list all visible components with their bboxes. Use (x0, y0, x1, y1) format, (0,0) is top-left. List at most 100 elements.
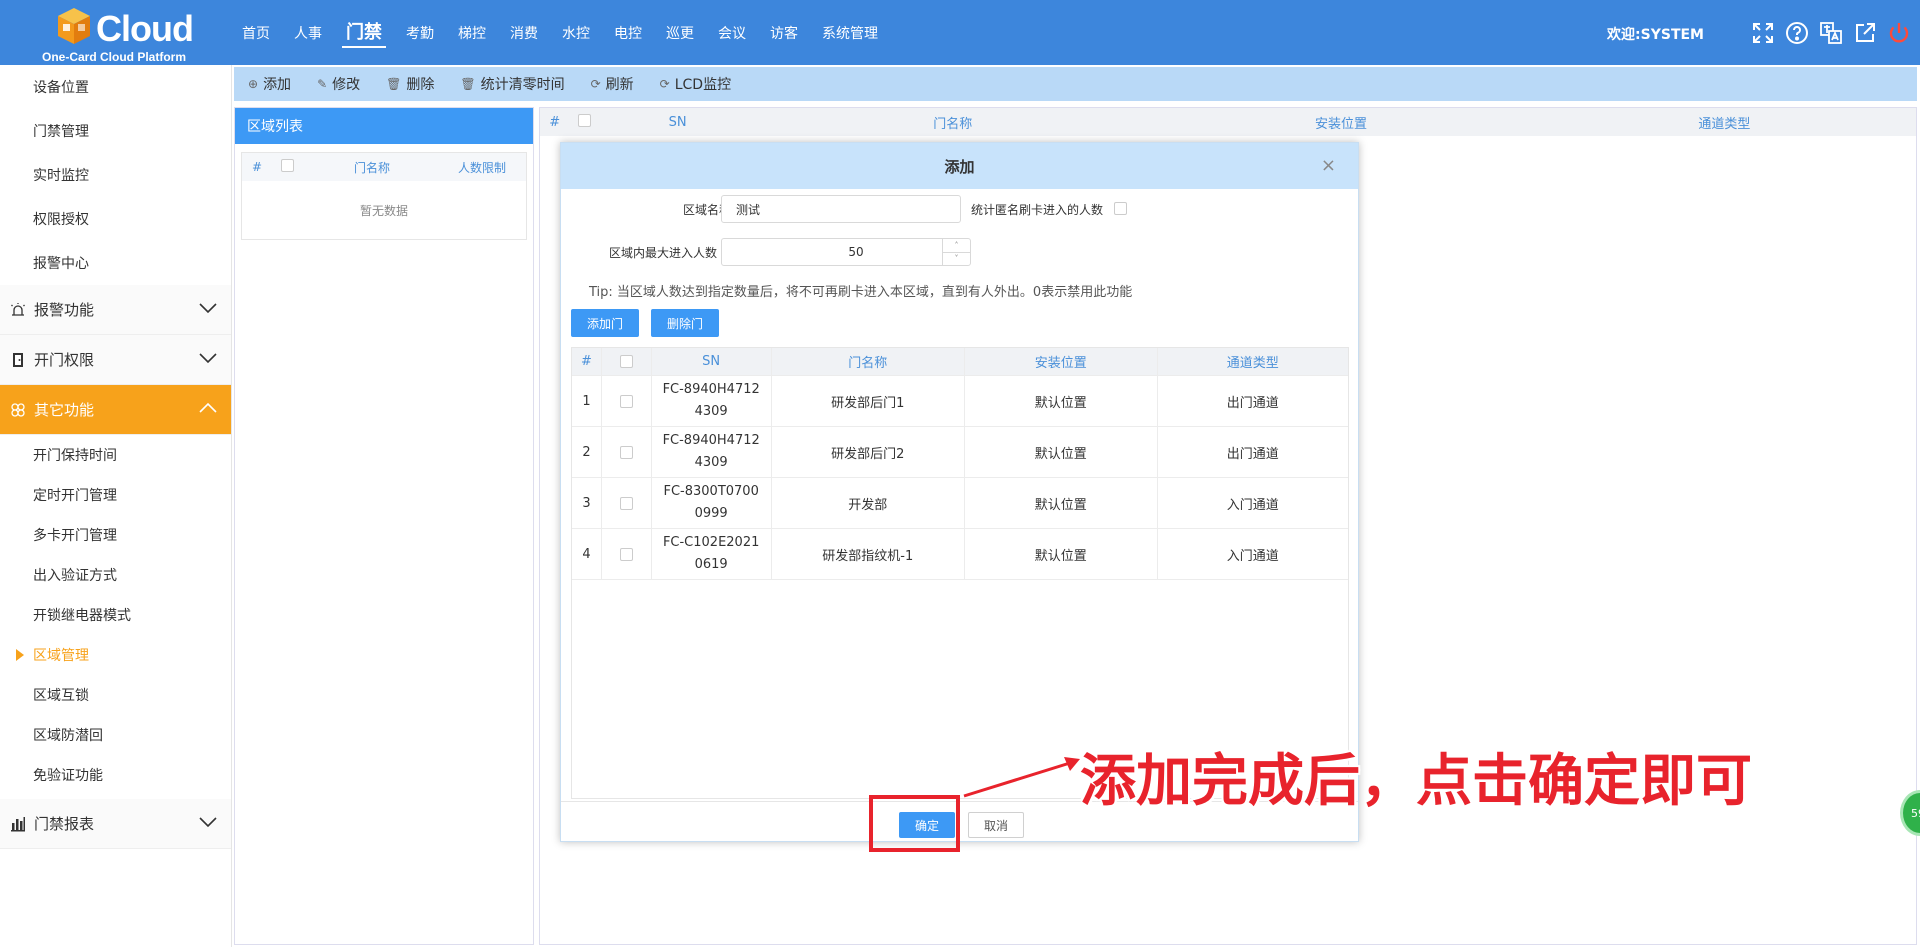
current-marker-icon (16, 649, 24, 661)
row-sn: FC-8940H47124309 (652, 427, 772, 477)
row-checkbox[interactable] (602, 529, 652, 579)
row-index: 4 (572, 529, 602, 579)
nav-water[interactable]: 水控 (558, 23, 594, 43)
row-index: 3 (572, 478, 602, 528)
nav-attendance[interactable]: 考勤 (402, 23, 438, 43)
nav-visitor[interactable]: 访客 (766, 23, 802, 43)
row-checkbox[interactable] (602, 427, 652, 477)
refresh-button[interactable]: ⟳ 刷新 (591, 74, 634, 94)
row-sn: FC-8300T07000999 (652, 478, 772, 528)
sidebar-item-authorization[interactable]: 权限授权 (0, 197, 231, 241)
sidebar-item-timed-open[interactable]: 定时开门管理 (0, 475, 231, 515)
nav-home[interactable]: 首页 (238, 23, 274, 43)
delete-label: 删除 (406, 77, 435, 93)
refresh-icon: ⟳ (659, 77, 670, 91)
chevron-up-icon (199, 402, 217, 413)
area-list-title: 区域列表 (235, 108, 533, 144)
sidebar-item-multi-card[interactable]: 多卡开门管理 (0, 515, 231, 555)
trash-icon: 🗑 (386, 77, 402, 91)
chevron-down-icon (199, 817, 217, 828)
clear-stats-button[interactable]: 🗑 统计清零时间 (460, 74, 564, 94)
lcd-monitor-button[interactable]: ⟳ LCD监控 (660, 74, 731, 94)
area-name-input[interactable]: 测试 (721, 195, 961, 223)
row-channel-type: 出门通道 (1226, 395, 1279, 411)
cancel-button[interactable]: 取消 (968, 812, 1024, 838)
add-button[interactable]: ⊕ 添加 (248, 74, 291, 94)
sidebar-item-device-location[interactable]: 设备位置 (0, 65, 231, 109)
chevron-down-icon (199, 303, 217, 314)
sidebar-item-relay-mode[interactable]: 开锁继电器模式 (0, 595, 231, 635)
refresh-label: 刷新 (605, 77, 634, 93)
max-count-label: 区域内最大进入人数 (608, 246, 717, 260)
table-row[interactable]: 4 FC-C102E20210619 研发部指纹机-1 默认位置 入门通道 (572, 529, 1348, 580)
sidebar-item-alarm-center[interactable]: 报警中心 (0, 241, 231, 285)
table-row[interactable]: 1 FC-8940H47124309 研发部后门1 默认位置 出门通道 (572, 376, 1348, 427)
select-all-checkbox[interactable] (602, 348, 652, 375)
sidebar-item-door-hold-time[interactable]: 开门保持时间 (0, 435, 231, 475)
edit-button[interactable]: ✎ 修改 (317, 74, 360, 94)
sidebar-item-label: 区域管理 (33, 648, 89, 664)
dialog-title: 添加 (944, 157, 975, 176)
table-row[interactable]: 3 FC-8300T07000999 开发部 默认位置 入门通道 (572, 478, 1348, 529)
add-door-button[interactable]: 添加门 (571, 309, 639, 337)
anonymous-count-checkbox[interactable] (1114, 202, 1127, 215)
cube-logo-icon (58, 8, 90, 44)
sidebar-item-no-verify[interactable]: 免验证功能 (0, 755, 231, 795)
col-position: 安装位置 (965, 348, 1158, 375)
nav-consumption[interactable]: 消费 (506, 23, 542, 43)
col-door-name: 门名称 (353, 160, 390, 175)
col-door-name: 门名称 (933, 116, 973, 132)
max-count-stepper[interactable]: 50 ˄ ˅ (721, 238, 971, 266)
select-all-checkbox[interactable] (272, 159, 302, 175)
sidebar-group-label: 其它功能 (34, 401, 95, 419)
nav-power[interactable]: 电控 (610, 23, 646, 43)
sidebar-item-verify-mode[interactable]: 出入验证方式 (0, 555, 231, 595)
sidebar-item-area-interlock[interactable]: 区域互锁 (0, 675, 231, 715)
delete-door-button[interactable]: 删除门 (651, 309, 719, 337)
sidebar-item-door-management[interactable]: 门禁管理 (0, 109, 231, 153)
sidebar-group-other[interactable]: 其它功能 (0, 385, 231, 435)
nav-access-control[interactable]: 门禁 (342, 18, 386, 48)
row-door-name: 研发部后门1 (772, 376, 966, 426)
sidebar-group-door-permission[interactable]: 开门权限 (0, 335, 231, 385)
trash-icon: 🗑 (460, 77, 476, 91)
select-all-checkbox[interactable] (569, 113, 598, 131)
max-count-value: 50 (848, 245, 864, 259)
nav-elevator[interactable]: 梯控 (454, 23, 490, 43)
help-icon[interactable] (1784, 20, 1810, 46)
nav-personnel[interactable]: 人事 (290, 23, 326, 43)
sidebar-group-label: 报警功能 (34, 301, 95, 319)
nav-patrol[interactable]: 巡更 (662, 23, 698, 43)
area-table: # 门名称 人数限制 暂无数据 (241, 152, 527, 240)
col-index: # (251, 160, 263, 174)
nav-system[interactable]: 系统管理 (818, 23, 882, 43)
external-link-icon[interactable] (1852, 20, 1878, 46)
top-icon-bar (1750, 20, 1912, 46)
nav-meeting[interactable]: 会议 (714, 23, 750, 43)
alarm-icon (10, 302, 26, 318)
power-icon[interactable] (1886, 20, 1912, 46)
sidebar-group-report[interactable]: 门禁报表 (0, 799, 231, 849)
row-channel-type: 入门通道 (1226, 497, 1279, 513)
row-checkbox[interactable] (602, 376, 652, 426)
sidebar-item-area-management[interactable]: 区域管理 (0, 635, 231, 675)
row-sn: FC-8940H47124309 (652, 376, 772, 426)
anonymous-count-label: 统计匿名刷卡进入的人数 (971, 203, 1104, 217)
sidebar-item-realtime-monitor[interactable]: 实时监控 (0, 153, 231, 197)
row-checkbox[interactable] (602, 478, 652, 528)
table-row[interactable]: 2 FC-8940H47124309 研发部后门2 默认位置 出门通道 (572, 427, 1348, 478)
sidebar-group-alarm[interactable]: 报警功能 (0, 285, 231, 335)
add-label: 添加 (263, 77, 292, 93)
chevron-down-icon (199, 353, 217, 364)
empty-message: 暂无数据 (359, 203, 408, 218)
stepper-up-icon[interactable]: ˄ (943, 239, 970, 253)
bar-chart-icon (10, 816, 26, 832)
delete-button[interactable]: 🗑 删除 (386, 74, 434, 94)
sidebar-group-label: 门禁报表 (34, 815, 95, 833)
sidebar-item-anti-passback[interactable]: 区域防潜回 (0, 715, 231, 755)
stepper-down-icon[interactable]: ˅ (943, 253, 970, 266)
fullscreen-icon[interactable] (1750, 20, 1776, 46)
row-position: 默认位置 (965, 478, 1158, 528)
close-icon[interactable]: × (1321, 155, 1336, 176)
translate-icon[interactable] (1818, 20, 1844, 46)
